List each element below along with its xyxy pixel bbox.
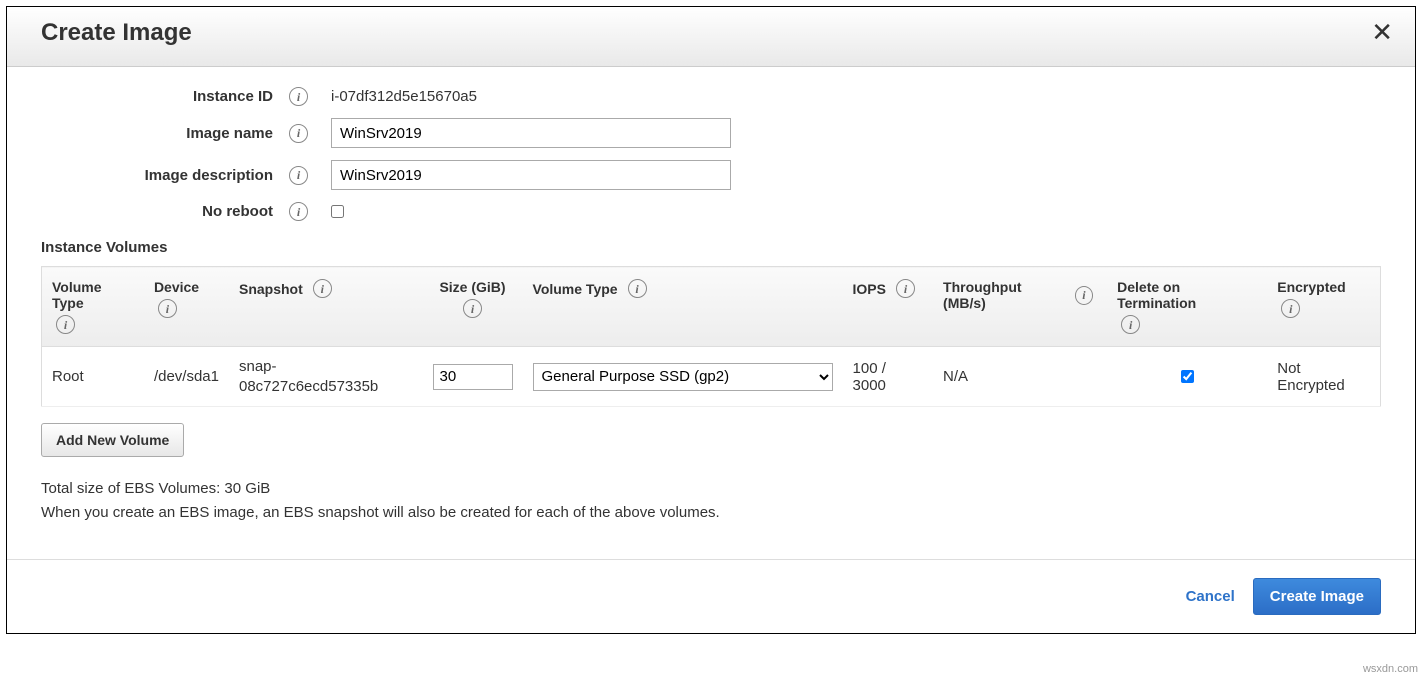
image-name-input[interactable]: [331, 118, 731, 148]
notes: Total size of EBS Volumes: 30 GiB When y…: [41, 477, 1381, 525]
cell-device: /dev/sda1: [144, 347, 229, 407]
close-icon[interactable]: ✕: [1371, 17, 1393, 48]
info-icon[interactable]: i: [1075, 286, 1094, 305]
cancel-button[interactable]: Cancel: [1186, 588, 1235, 605]
col-throughput: Throughput (MB/s): [943, 279, 1065, 311]
cell-iops: 100 / 3000: [843, 347, 934, 407]
col-iops: IOPS: [853, 281, 886, 297]
no-reboot-checkbox[interactable]: [331, 205, 344, 218]
row-instance-id: Instance ID i i-07df312d5e15670a5: [41, 87, 1381, 106]
info-icon[interactable]: i: [896, 279, 915, 298]
create-image-button[interactable]: Create Image: [1253, 578, 1381, 615]
dialog-body: Instance ID i i-07df312d5e15670a5 Image …: [7, 67, 1415, 535]
create-image-dialog: Create Image ✕ Instance ID i i-07df312d5…: [6, 6, 1416, 634]
label-image-description: Image description: [41, 167, 281, 184]
size-input[interactable]: [433, 364, 513, 390]
col-encrypted: Encrypted: [1277, 279, 1345, 295]
info-icon[interactable]: i: [463, 299, 482, 318]
info-icon[interactable]: i: [628, 279, 647, 298]
section-instance-volumes: Instance Volumes: [41, 239, 1381, 256]
row-no-reboot: No reboot i: [41, 202, 1381, 221]
table-header-row: Volume Type i Device i Snapshot i Size (GiB…: [42, 267, 1381, 347]
label-image-name: Image name: [41, 125, 281, 142]
col-snapshot: Snapshot: [239, 281, 303, 297]
label-instance-id: Instance ID: [41, 88, 281, 105]
value-instance-id: i-07df312d5e15670a5: [331, 88, 477, 105]
info-icon[interactable]: i: [313, 279, 332, 298]
row-image-name: Image name i: [41, 118, 1381, 148]
cell-throughput: N/A: [933, 347, 1107, 407]
volume-type-select[interactable]: General Purpose SSD (gp2): [533, 363, 833, 391]
info-icon[interactable]: i: [1121, 315, 1140, 334]
add-new-volume-button[interactable]: Add New Volume: [41, 423, 184, 457]
info-icon[interactable]: i: [289, 202, 308, 221]
cell-snapshot: snap-08c727c6ecd57335b: [229, 347, 423, 407]
notes-line-2: When you create an EBS image, an EBS sna…: [41, 501, 1381, 525]
dialog-footer: Cancel Create Image: [7, 559, 1415, 633]
info-icon[interactable]: i: [289, 87, 308, 106]
col-delete-on-termination: Delete on Termination: [1117, 279, 1257, 311]
info-icon[interactable]: i: [1281, 299, 1300, 318]
info-icon[interactable]: i: [158, 299, 177, 318]
info-icon[interactable]: i: [56, 315, 75, 334]
row-image-description: Image description i: [41, 160, 1381, 190]
dialog-title: Create Image: [41, 19, 192, 47]
cell-vol-type: Root: [42, 347, 144, 407]
watermark: wsxdn.com: [1363, 663, 1418, 675]
col-size: Size (GiB): [439, 279, 505, 295]
label-no-reboot: No reboot: [41, 203, 281, 220]
info-icon[interactable]: i: [289, 166, 308, 185]
delete-on-termination-checkbox[interactable]: [1181, 370, 1194, 383]
col-device: Device: [154, 279, 199, 295]
table-row: Root /dev/sda1 snap-08c727c6ecd57335b Ge…: [42, 347, 1381, 407]
image-description-input[interactable]: [331, 160, 731, 190]
info-icon[interactable]: i: [289, 124, 308, 143]
col-volume-type-2: Volume Type: [533, 281, 618, 297]
col-volume-type: Volume Type: [52, 279, 134, 311]
cell-encrypted: Not Encrypted: [1267, 347, 1380, 407]
volumes-table: Volume Type i Device i Snapshot i Size (GiB…: [41, 266, 1381, 407]
dialog-header: Create Image ✕: [7, 7, 1415, 67]
notes-line-1: Total size of EBS Volumes: 30 GiB: [41, 477, 1381, 501]
